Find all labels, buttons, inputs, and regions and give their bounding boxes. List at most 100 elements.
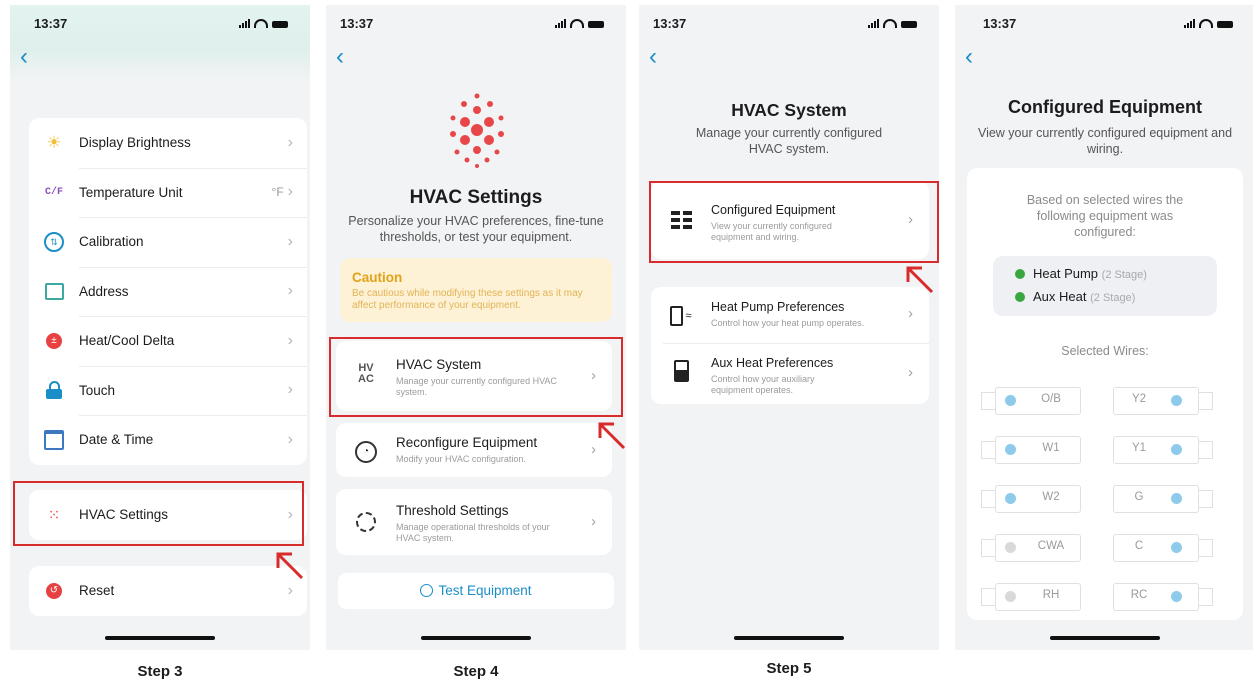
based-on-text: Based on selected wires the following eq… (1026, 193, 1184, 239)
equipment-stage: (2 Stage) (1101, 269, 1147, 281)
address-icon (43, 280, 65, 302)
status-icons (868, 19, 917, 28)
menu-item-label: Touch (79, 382, 116, 398)
menu-item-temperature-unit[interactable]: C/F Temperature Unit °F › (29, 167, 307, 218)
battery-icon (588, 21, 604, 28)
chevron-right-icon: › (287, 282, 293, 300)
test-icon (420, 584, 434, 597)
status-bar: 13:37 (10, 5, 310, 39)
menu-item-address[interactable]: Address › (29, 266, 307, 317)
list-item: Threshold Settings Manage operational th… (336, 489, 612, 555)
menu-item-label: Heat/Cool Delta (79, 333, 175, 349)
equipment-name: Aux Heat (1033, 289, 1087, 304)
menu-item-display-brightness[interactable]: ☀ Display Brightness › (29, 118, 307, 168)
chevron-right-icon: › (287, 183, 293, 201)
delta-icon: ± (43, 330, 65, 352)
wifi-icon (254, 19, 268, 28)
chevron-right-icon: › (287, 133, 293, 151)
chevron-right-icon: › (287, 581, 293, 599)
item-title: Heat Pump Preferences (711, 300, 845, 314)
battery-icon (1217, 21, 1233, 28)
wire-status-dot (1171, 493, 1182, 504)
menu-item-label: Reset (79, 583, 115, 599)
reconfigure-equipment-card[interactable]: ◔ Reconfigure Equipment Modify your HVAC… (336, 423, 612, 477)
list-item-aux-heat-preferences[interactable]: Aux Heat Preferences Control how your au… (651, 344, 929, 404)
step-label: Step 4 (453, 663, 499, 680)
wire-status-dot (1171, 444, 1182, 455)
wire-label: C (1134, 540, 1144, 552)
wire-terminal-w2: W2 (981, 485, 1091, 513)
wire-terminal-g: G (1113, 485, 1223, 513)
page-subtitle: View your currently configured equipment… (977, 126, 1233, 156)
chevron-right-icon: › (287, 232, 293, 250)
equipment-summary: Heat Pump (2 Stage) Aux Heat (2 Stage) (993, 256, 1217, 316)
equipment-name: Heat Pump (1033, 266, 1099, 281)
pointer-arrow-icon (906, 266, 934, 294)
item-title: Reconfigure Equipment (396, 435, 538, 450)
calibration-icon: ⇅ (43, 231, 65, 253)
equipment-item: Heat Pump (2 Stage) (1015, 266, 1147, 281)
wire-status-dot (1005, 591, 1016, 602)
wire-label: Y2 (1131, 393, 1147, 405)
item-description: Control how your auxiliary equipment ope… (711, 374, 815, 395)
wifi-icon (570, 19, 584, 28)
wire-tab (1197, 392, 1213, 410)
equipment-item: Aux Heat (2 Stage) (1015, 289, 1135, 304)
wire-label: O/B (1041, 393, 1061, 405)
wire-status-dot (1005, 444, 1016, 455)
page-subtitle: Personalize your HVAC preferences, fine-… (348, 214, 604, 244)
wire-tab (1197, 490, 1213, 508)
wire-terminal-w1: W1 (981, 436, 1091, 464)
wire-status-dot (1005, 542, 1016, 553)
battery-icon (272, 21, 288, 28)
pointer-arrow-icon (276, 552, 304, 580)
highlight-box (649, 181, 939, 263)
back-button[interactable]: ‹ (965, 45, 973, 69)
menu-item-date-time[interactable]: Date & Time › (29, 415, 307, 465)
wire-status-dot (1005, 395, 1016, 406)
highlight-box (13, 481, 304, 546)
menu-item-label: Address (79, 283, 129, 299)
menu-item-calibration[interactable]: ⇅ Calibration › (29, 217, 307, 267)
equipment-stage: (2 Stage) (1090, 292, 1136, 304)
test-equipment-label: Test Equipment (438, 583, 532, 598)
chevron-right-icon: › (908, 364, 913, 381)
gauge-icon: ◔ (353, 439, 379, 465)
wire-terminal-rc: RC (1113, 583, 1223, 611)
check-icon (1015, 269, 1025, 279)
step-label: Step 5 (766, 660, 812, 677)
wire-status-dot (1171, 542, 1182, 553)
chevron-right-icon: › (908, 305, 913, 322)
phone-screen-step3: 13:37 ‹ ☀ Display Brightness › C/F Tempe… (10, 5, 310, 650)
test-equipment-button[interactable]: Test Equipment (338, 573, 614, 609)
hvac-dots-logo-icon (450, 93, 504, 168)
caution-title: Caution (352, 270, 403, 285)
list-item: ◔ Reconfigure Equipment Modify your HVAC… (336, 423, 612, 477)
caution-text: Be cautious while modifying these settin… (352, 288, 583, 311)
status-icons (555, 19, 604, 28)
home-indicator (421, 636, 531, 640)
threshold-settings-card[interactable]: Threshold Settings Manage operational th… (336, 489, 612, 555)
signal-icon (555, 19, 566, 28)
wire-label: G (1134, 491, 1144, 503)
menu-item-heat-cool-delta[interactable]: ± Heat/Cool Delta › (29, 316, 307, 366)
wire-label: CWA (1037, 540, 1065, 552)
back-button[interactable]: ‹ (336, 45, 344, 69)
item-description: Modify your HVAC configuration. (396, 454, 526, 464)
check-icon (1015, 292, 1025, 302)
phone-screen-step5: 13:37 ‹ HVAC System Manage your currentl… (639, 5, 939, 650)
wire-label: RH (1042, 589, 1060, 601)
back-button[interactable]: ‹ (20, 45, 28, 69)
back-button[interactable]: ‹ (649, 45, 657, 69)
wire-tab (1197, 539, 1213, 557)
status-bar: 13:37 (639, 5, 939, 39)
menu-item-reset[interactable]: ↺ Reset › (29, 566, 307, 616)
page-title: Configured Equipment (1008, 97, 1202, 117)
list-item-heat-pump-preferences[interactable]: ≈ Heat Pump Preferences Control how your… (651, 287, 929, 343)
wire-terminal-ob: O/B (981, 387, 1091, 415)
menu-item-touch[interactable]: Touch › (29, 365, 307, 416)
wire-tab (1197, 588, 1213, 606)
reset-icon: ↺ (43, 580, 65, 602)
wire-label: W1 (1042, 442, 1060, 454)
chevron-right-icon: › (591, 513, 596, 530)
